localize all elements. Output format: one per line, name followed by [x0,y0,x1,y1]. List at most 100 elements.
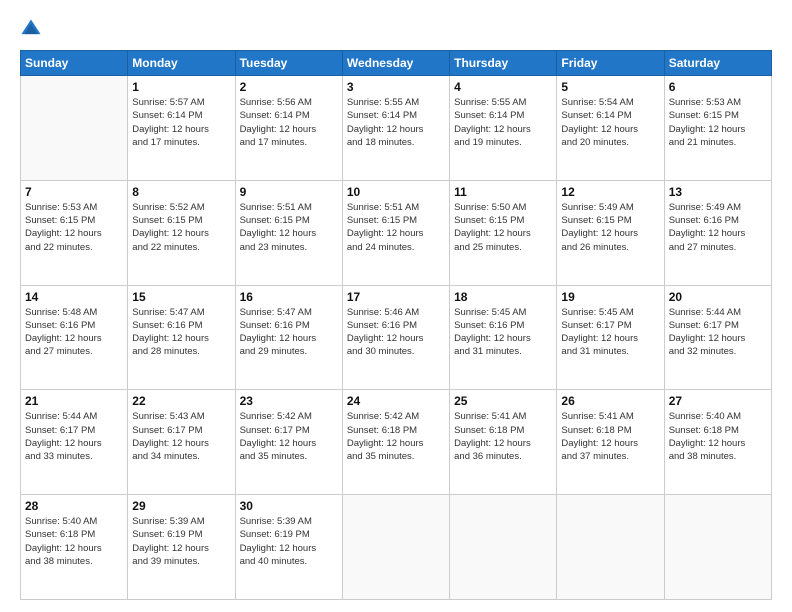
day-info: Sunrise: 5:51 AMSunset: 6:15 PMDaylight:… [347,201,445,254]
day-info: Sunrise: 5:47 AMSunset: 6:16 PMDaylight:… [240,306,338,359]
logo [20,18,44,40]
day-number: 24 [347,394,445,408]
day-cell: 2 Sunrise: 5:56 AMSunset: 6:14 PMDaylight… [235,76,342,181]
day-info: Sunrise: 5:51 AMSunset: 6:15 PMDaylight:… [240,201,338,254]
day-cell: 11 Sunrise: 5:50 AMSunset: 6:15 PMDayligh… [450,180,557,285]
day-cell [664,495,771,600]
weekday-wednesday: Wednesday [342,51,449,76]
day-cell: 17Sunrise: 5:46 AMSunset: 6:16 PMDayligh… [342,285,449,390]
day-number: 18 [454,290,552,304]
week-row-1: 1 Sunrise: 5:57 AMSunset: 6:14 PMDaylight… [21,76,772,181]
logo-icon [20,18,42,40]
day-info: Sunrise: 5:44 AMSunset: 6:17 PMDaylight:… [25,410,123,463]
day-cell: 13 Sunrise: 5:49 AMSunset: 6:16 PMDayligh… [664,180,771,285]
day-number: 12 [561,185,659,199]
day-info: Sunrise: 5:43 AMSunset: 6:17 PMDaylight:… [132,410,230,463]
day-cell: 24 Sunrise: 5:42 AMSunset: 6:18 PMDayligh… [342,390,449,495]
day-cell [450,495,557,600]
day-number: 11 [454,185,552,199]
day-number: 3 [347,80,445,94]
day-info: Sunrise: 5:55 AMSunset: 6:14 PMDaylight:… [454,96,552,149]
week-row-2: 7 Sunrise: 5:53 AMSunset: 6:15 PMDaylight… [21,180,772,285]
day-info: Sunrise: 5:40 AMSunset: 6:18 PMDaylight:… [669,410,767,463]
day-info: Sunrise: 5:46 AMSunset: 6:16 PMDaylight:… [347,306,445,359]
day-number: 9 [240,185,338,199]
day-number: 22 [132,394,230,408]
day-cell [342,495,449,600]
day-number: 20 [669,290,767,304]
day-cell: 5 Sunrise: 5:54 AMSunset: 6:14 PMDaylight… [557,76,664,181]
week-row-5: 28 Sunrise: 5:40 AMSunset: 6:18 PMDayligh… [21,495,772,600]
day-info: Sunrise: 5:45 AMSunset: 6:16 PMDaylight:… [454,306,552,359]
day-cell: 12 Sunrise: 5:49 AMSunset: 6:15 PMDayligh… [557,180,664,285]
day-info: Sunrise: 5:57 AMSunset: 6:14 PMDaylight:… [132,96,230,149]
day-number: 4 [454,80,552,94]
day-number: 15 [132,290,230,304]
day-cell: 30 Sunrise: 5:39 AMSunset: 6:19 PMDayligh… [235,495,342,600]
day-cell: 25 Sunrise: 5:41 AMSunset: 6:18 PMDayligh… [450,390,557,495]
day-info: Sunrise: 5:41 AMSunset: 6:18 PMDaylight:… [454,410,552,463]
day-cell: 29 Sunrise: 5:39 AMSunset: 6:19 PMDayligh… [128,495,235,600]
weekday-tuesday: Tuesday [235,51,342,76]
day-cell: 28 Sunrise: 5:40 AMSunset: 6:18 PMDayligh… [21,495,128,600]
day-info: Sunrise: 5:41 AMSunset: 6:18 PMDaylight:… [561,410,659,463]
day-number: 6 [669,80,767,94]
day-cell: 21Sunrise: 5:44 AMSunset: 6:17 PMDayligh… [21,390,128,495]
day-cell: 7 Sunrise: 5:53 AMSunset: 6:15 PMDaylight… [21,180,128,285]
day-number: 13 [669,185,767,199]
day-number: 14 [25,290,123,304]
day-cell: 14Sunrise: 5:48 AMSunset: 6:16 PMDayligh… [21,285,128,390]
day-number: 7 [25,185,123,199]
day-cell: 22 Sunrise: 5:43 AMSunset: 6:17 PMDayligh… [128,390,235,495]
day-cell: 8Sunrise: 5:52 AMSunset: 6:15 PMDaylight… [128,180,235,285]
day-info: Sunrise: 5:40 AMSunset: 6:18 PMDaylight:… [25,515,123,568]
week-row-4: 21Sunrise: 5:44 AMSunset: 6:17 PMDayligh… [21,390,772,495]
day-cell: 1 Sunrise: 5:57 AMSunset: 6:14 PMDaylight… [128,76,235,181]
day-number: 26 [561,394,659,408]
day-info: Sunrise: 5:53 AMSunset: 6:15 PMDaylight:… [669,96,767,149]
day-cell: 4 Sunrise: 5:55 AMSunset: 6:14 PMDaylight… [450,76,557,181]
day-cell: 10 Sunrise: 5:51 AMSunset: 6:15 PMDayligh… [342,180,449,285]
day-info: Sunrise: 5:44 AMSunset: 6:17 PMDaylight:… [669,306,767,359]
day-number: 2 [240,80,338,94]
calendar-table: SundayMondayTuesdayWednesdayThursdayFrid… [20,50,772,600]
day-number: 16 [240,290,338,304]
day-number: 29 [132,499,230,513]
day-cell [557,495,664,600]
week-row-3: 14Sunrise: 5:48 AMSunset: 6:16 PMDayligh… [21,285,772,390]
day-number: 27 [669,394,767,408]
day-info: Sunrise: 5:39 AMSunset: 6:19 PMDaylight:… [132,515,230,568]
day-cell: 19 Sunrise: 5:45 AMSunset: 6:17 PMDayligh… [557,285,664,390]
day-info: Sunrise: 5:54 AMSunset: 6:14 PMDaylight:… [561,96,659,149]
day-number: 19 [561,290,659,304]
day-number: 25 [454,394,552,408]
calendar-body: 1 Sunrise: 5:57 AMSunset: 6:14 PMDaylight… [21,76,772,600]
day-info: Sunrise: 5:55 AMSunset: 6:14 PMDaylight:… [347,96,445,149]
day-info: Sunrise: 5:42 AMSunset: 6:18 PMDaylight:… [347,410,445,463]
weekday-friday: Friday [557,51,664,76]
day-number: 28 [25,499,123,513]
day-info: Sunrise: 5:56 AMSunset: 6:14 PMDaylight:… [240,96,338,149]
day-info: Sunrise: 5:49 AMSunset: 6:16 PMDaylight:… [669,201,767,254]
day-info: Sunrise: 5:50 AMSunset: 6:15 PMDaylight:… [454,201,552,254]
day-info: Sunrise: 5:49 AMSunset: 6:15 PMDaylight:… [561,201,659,254]
weekday-header-row: SundayMondayTuesdayWednesdayThursdayFrid… [21,51,772,76]
day-cell: 18 Sunrise: 5:45 AMSunset: 6:16 PMDayligh… [450,285,557,390]
day-number: 30 [240,499,338,513]
page: SundayMondayTuesdayWednesdayThursdayFrid… [0,0,792,612]
day-cell: 3 Sunrise: 5:55 AMSunset: 6:14 PMDaylight… [342,76,449,181]
weekday-monday: Monday [128,51,235,76]
day-info: Sunrise: 5:52 AMSunset: 6:15 PMDaylight:… [132,201,230,254]
day-cell: 16 Sunrise: 5:47 AMSunset: 6:16 PMDayligh… [235,285,342,390]
day-info: Sunrise: 5:53 AMSunset: 6:15 PMDaylight:… [25,201,123,254]
day-cell: 6 Sunrise: 5:53 AMSunset: 6:15 PMDaylight… [664,76,771,181]
day-number: 23 [240,394,338,408]
day-cell: 9 Sunrise: 5:51 AMSunset: 6:15 PMDaylight… [235,180,342,285]
day-info: Sunrise: 5:47 AMSunset: 6:16 PMDaylight:… [132,306,230,359]
day-info: Sunrise: 5:45 AMSunset: 6:17 PMDaylight:… [561,306,659,359]
day-info: Sunrise: 5:39 AMSunset: 6:19 PMDaylight:… [240,515,338,568]
day-cell: 15 Sunrise: 5:47 AMSunset: 6:16 PMDayligh… [128,285,235,390]
day-number: 5 [561,80,659,94]
day-number: 1 [132,80,230,94]
day-number: 10 [347,185,445,199]
